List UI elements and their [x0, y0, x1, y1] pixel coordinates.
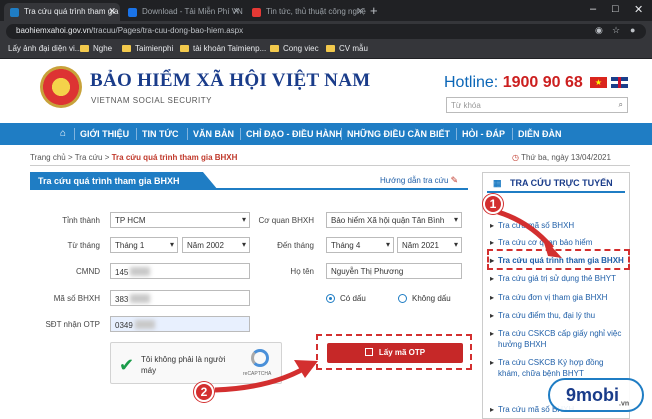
watermark-logo: 9mobi.vn: [548, 378, 644, 412]
step-badge-2: 2: [194, 382, 214, 402]
arrow-head-step-1: [542, 236, 562, 258]
arrow-step-1: [497, 209, 554, 250]
arrow-step-2: [214, 365, 307, 393]
annotation-arrows: [214, 209, 562, 393]
arrow-head-step-2: [294, 360, 318, 378]
step-badge-1: 1: [483, 194, 503, 214]
